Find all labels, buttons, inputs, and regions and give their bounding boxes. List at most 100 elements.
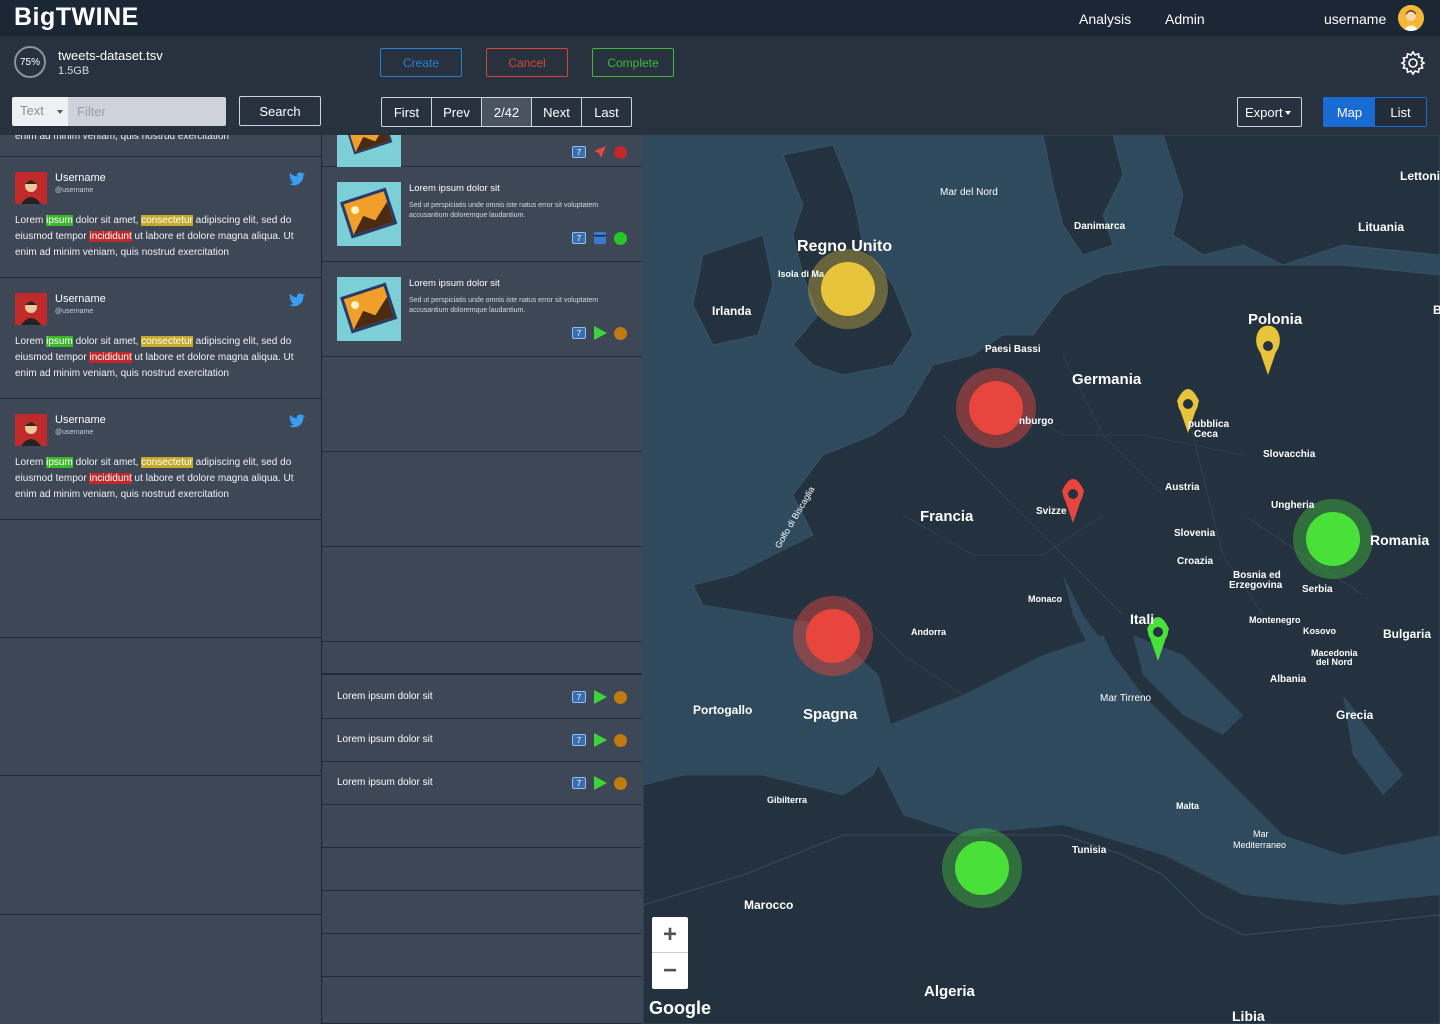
media-list-item[interactable]: Lorem ipsum dolor sit 7 xyxy=(322,676,642,719)
user-avatar[interactable] xyxy=(15,172,47,204)
cluster-marker xyxy=(955,841,1009,895)
caret-down-icon xyxy=(1285,111,1291,115)
tweet-card[interactable]: Username @username Lorem ipsum dolor sit… xyxy=(0,157,321,278)
map-label: Slovenia xyxy=(1174,528,1216,539)
pager-next-button[interactable]: Next xyxy=(532,98,582,126)
media-list-item[interactable]: Lorem ipsum dolor sit 7 xyxy=(322,719,642,762)
map-label: Tunisia xyxy=(1072,845,1107,856)
tweet-username[interactable]: Username xyxy=(55,172,106,184)
media-list[interactable]: 7 Lorem ipsum dolor sit Sed ut perspicia… xyxy=(321,135,642,1024)
tweet-username[interactable]: Username xyxy=(55,293,106,305)
zoom-in-button[interactable]: + xyxy=(652,917,688,953)
pager-first-button[interactable]: First xyxy=(382,98,432,126)
export-dropdown[interactable]: Export xyxy=(1237,97,1302,127)
count-badge: 7 xyxy=(572,734,586,746)
twitter-icon[interactable] xyxy=(289,293,305,307)
tweet-card[interactable]: Username @username Lorem ipsum dolor sit… xyxy=(0,399,321,520)
filter-input[interactable]: Filter xyxy=(68,97,226,126)
map-label: Monaco xyxy=(1028,594,1063,604)
caret-down-icon xyxy=(57,110,63,114)
play-icon[interactable] xyxy=(594,326,607,340)
highlight-negative: incididunt xyxy=(89,352,132,363)
cancel-button[interactable]: Cancel xyxy=(486,48,568,77)
empty-media-slot xyxy=(322,934,642,977)
google-attribution[interactable]: Google xyxy=(649,998,711,1019)
map-label: Mar del Nord xyxy=(940,187,998,198)
highlight-positive: ipsum xyxy=(46,457,73,468)
nav-admin[interactable]: Admin xyxy=(1165,11,1205,27)
map-label: Romania xyxy=(1370,532,1430,548)
count-badge: 7 xyxy=(572,146,586,158)
map-label: Mar xyxy=(1253,829,1269,839)
play-icon[interactable] xyxy=(594,690,607,704)
user-avatar[interactable] xyxy=(1398,5,1424,31)
cluster-marker xyxy=(821,262,875,316)
map-label: Austria xyxy=(1165,482,1200,493)
tweet-username[interactable]: Username xyxy=(55,414,106,426)
top-navbar: BigTWINE Analysis Admin username xyxy=(0,0,1440,36)
list-view-button[interactable]: List xyxy=(1375,98,1426,126)
user-avatar[interactable] xyxy=(15,293,47,325)
empty-media-slot xyxy=(322,357,642,452)
map-label: Polonia xyxy=(1248,311,1303,328)
complete-button[interactable]: Complete xyxy=(592,48,674,77)
status-dot xyxy=(614,691,627,704)
image-thumbnail[interactable] xyxy=(337,277,401,341)
map-label: Regno Unito xyxy=(797,238,893,255)
map-canvas[interactable] xyxy=(643,135,1440,1024)
highlight-neutral: consectetur xyxy=(141,457,193,468)
search-button[interactable]: Search xyxy=(239,96,321,126)
map-label: Albania xyxy=(1270,674,1307,685)
instagram-icon xyxy=(593,231,607,245)
nav-analysis[interactable]: Analysis xyxy=(1079,11,1131,27)
map-view[interactable]: Mar del Nord Lettoni B Danimarca Lituani… xyxy=(643,135,1440,1024)
tweet-list[interactable]: enim ad minim veniam, quis nostrud exerc… xyxy=(0,135,321,1024)
pager-prev-button[interactable]: Prev xyxy=(432,98,482,126)
user-avatar[interactable] xyxy=(15,414,47,446)
gear-icon[interactable] xyxy=(1400,50,1426,76)
map-label: Mar Tirreno xyxy=(1100,693,1152,704)
zoom-out-button[interactable]: − xyxy=(652,953,688,989)
empty-tweet-slot xyxy=(0,520,321,638)
media-card-partial[interactable]: 7 xyxy=(322,135,642,167)
empty-media-slot xyxy=(322,891,642,934)
job-toolbar xyxy=(0,36,1440,90)
empty-media-slot xyxy=(322,547,642,642)
media-card[interactable]: Lorem ipsum dolor sit Sed ut perspiciati… xyxy=(322,262,642,357)
create-button[interactable]: Create xyxy=(380,48,462,77)
count-badge: 7 xyxy=(572,691,586,703)
play-icon[interactable] xyxy=(594,776,607,790)
play-icon[interactable] xyxy=(594,733,607,747)
map-label: Ceca xyxy=(1194,429,1218,440)
job-progress-indicator: 75% xyxy=(14,46,46,78)
tweet-card-partial[interactable]: enim ad minim veniam, quis nostrud exerc… xyxy=(0,135,321,157)
twitter-icon[interactable] xyxy=(289,414,305,428)
map-label: Germania xyxy=(1072,371,1142,388)
tweet-handle: @username xyxy=(55,308,94,315)
map-label: Slovacchia xyxy=(1263,449,1316,460)
map-label: Paesi Bassi xyxy=(985,344,1041,355)
pager-last-button[interactable]: Last xyxy=(582,98,631,126)
search-type-select[interactable]: Text xyxy=(12,97,68,126)
empty-media-slot xyxy=(322,805,642,848)
image-thumbnail[interactable] xyxy=(337,182,401,246)
image-thumbnail[interactable] xyxy=(337,135,401,167)
map-zoom-control: + − xyxy=(652,917,688,989)
map-label: Andorra xyxy=(911,627,947,637)
map-view-button[interactable]: Map xyxy=(1324,98,1375,126)
highlight-positive: ipsum xyxy=(46,336,73,347)
twitter-icon[interactable] xyxy=(289,172,305,186)
map-label: Lituania xyxy=(1358,220,1405,234)
empty-tweet-slot xyxy=(0,776,321,915)
count-badge: 7 xyxy=(572,232,586,244)
highlight-neutral: consectetur xyxy=(141,215,193,226)
pager-current-page: 2/42 xyxy=(482,98,532,126)
map-label: Spagna xyxy=(803,706,858,723)
media-card[interactable]: Lorem ipsum dolor sit Sed ut perspiciati… xyxy=(322,167,642,262)
tweet-card[interactable]: Username @username Lorem ipsum dolor sit… xyxy=(0,278,321,399)
app-logo[interactable]: BigTWINE xyxy=(14,3,139,32)
media-title: Lorem ipsum dolor sit xyxy=(337,777,433,788)
username-label[interactable]: username xyxy=(1324,11,1386,27)
cluster-marker xyxy=(969,381,1023,435)
media-list-item[interactable]: Lorem ipsum dolor sit 7 xyxy=(322,762,642,805)
